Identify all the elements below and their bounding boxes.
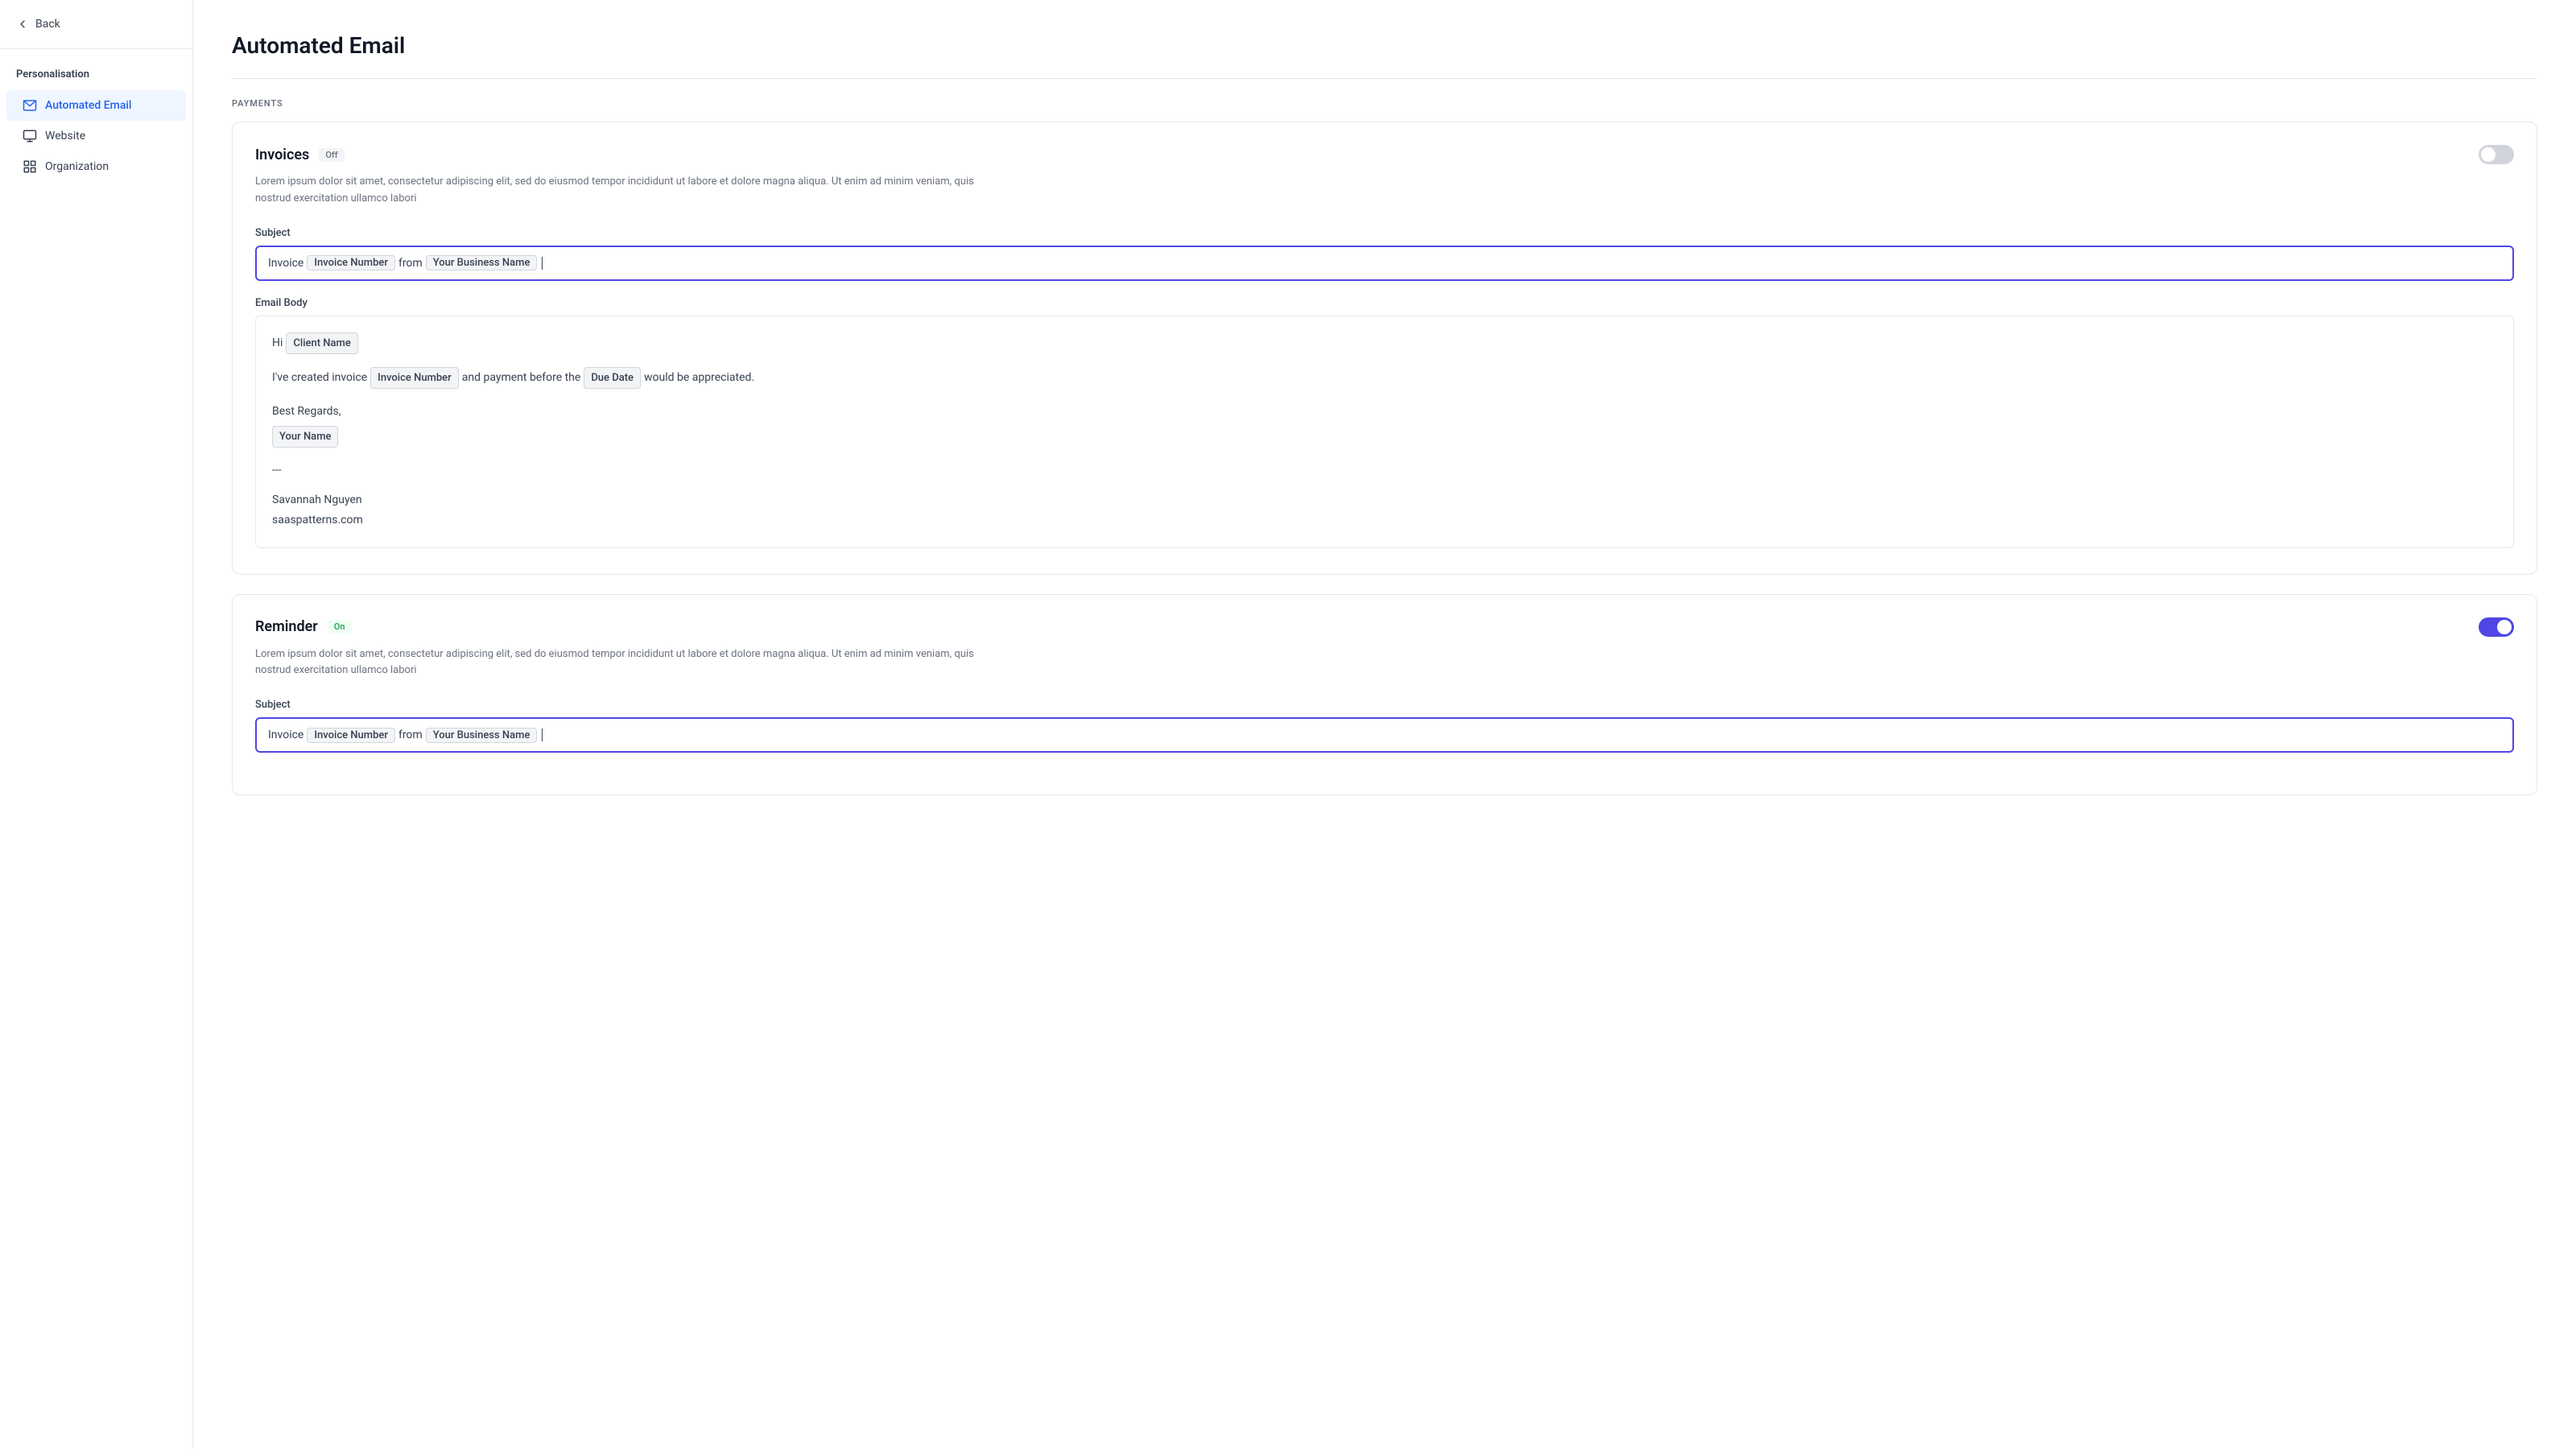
body-greeting-line: Hi Client Name: [272, 332, 2497, 354]
email-icon: [23, 98, 37, 113]
sidebar-item-label: Organization: [45, 160, 109, 173]
grid-icon: [23, 159, 37, 174]
reminder-title-row: Reminder On: [255, 618, 352, 635]
reminder-subject-input[interactable]: Invoice Invoice Number from Your Busines…: [255, 717, 2514, 753]
section-label-payments: PAYMENTS: [232, 98, 2537, 109]
sig-name: Savannah Nguyen: [272, 490, 2497, 510]
body-created: I've created invoice: [272, 368, 367, 388]
invoices-subject-label: Subject: [255, 227, 2514, 239]
body-hi: Hi: [272, 333, 283, 353]
invoices-status-badge: Off: [319, 148, 344, 162]
invoices-title: Invoices: [255, 147, 309, 163]
sidebar: Back Personalisation Automated Email Web…: [0, 0, 193, 1449]
invoices-toggle[interactable]: [2479, 145, 2514, 164]
invoices-title-row: Invoices Off: [255, 147, 345, 163]
invoices-body-label: Email Body: [255, 297, 2514, 309]
reminder-subject-from: from: [398, 729, 423, 741]
body-your-name-tag: Your Name: [272, 426, 338, 448]
main-content: Automated Email PAYMENTS Invoices Off Lo…: [193, 0, 2576, 1449]
page-title: Automated Email: [232, 32, 2537, 59]
invoices-subject-tag2: Your Business Name: [426, 255, 538, 270]
body-separator-line: ---: [272, 460, 2497, 481]
text-cursor: [542, 257, 543, 270]
back-label: Back: [35, 18, 60, 31]
reminder-subject-tag1: Invoice Number: [307, 728, 395, 743]
body-payment-before: and payment before the: [462, 368, 581, 388]
invoices-description: Lorem ipsum dolor sit amet, consectetur …: [255, 174, 980, 208]
arrow-left-icon: [16, 18, 29, 31]
monitor-icon: [23, 129, 37, 143]
invoices-subject-tag1: Invoice Number: [307, 255, 395, 270]
body-invoice-line: I've created invoice Invoice Number and …: [272, 367, 2497, 389]
sidebar-section-title: Personalisation: [0, 49, 192, 90]
body-regards-line: Best Regards,: [272, 402, 2497, 422]
invoices-subject-input[interactable]: Invoice Invoice Number from Your Busines…: [255, 246, 2514, 281]
reminder-status-badge: On: [328, 620, 352, 634]
body-your-name-line: Your Name: [272, 426, 2497, 448]
reminder-toggle[interactable]: [2479, 617, 2514, 637]
reminder-subject-tag2: Your Business Name: [426, 728, 538, 743]
sidebar-item-website[interactable]: Website: [6, 121, 186, 151]
sidebar-item-organization[interactable]: Organization: [6, 151, 186, 182]
invoices-email-body[interactable]: Hi Client Name I've created invoice Invo…: [255, 316, 2514, 548]
text-cursor-reminder: [542, 729, 543, 741]
sidebar-item-automated-email[interactable]: Automated Email: [6, 90, 186, 121]
reminder-subject-label: Subject: [255, 699, 2514, 711]
invoices-card-header: Invoices Off: [255, 145, 2514, 164]
invoices-card: Invoices Off Lorem ipsum dolor sit amet,…: [232, 122, 2537, 575]
reminder-card-header: Reminder On: [255, 617, 2514, 637]
sidebar-item-label: Automated Email: [45, 99, 132, 112]
body-client-name-tag: Client Name: [286, 332, 357, 354]
back-button[interactable]: Back: [0, 0, 192, 49]
reminder-card: Reminder On Lorem ipsum dolor sit amet, …: [232, 594, 2537, 796]
invoices-subject-from: from: [398, 257, 423, 270]
reminder-subject-prefix: Invoice: [268, 729, 303, 741]
body-appreciated: would be appreciated.: [644, 368, 754, 388]
reminder-description: Lorem ipsum dolor sit amet, consectetur …: [255, 646, 980, 680]
invoices-subject-prefix: Invoice: [268, 257, 303, 270]
sig-url: saaspatterns.com: [272, 510, 2497, 530]
body-signature: Savannah Nguyen saaspatterns.com: [272, 490, 2497, 530]
body-invoice-number-tag: Invoice Number: [370, 367, 459, 389]
body-separator: ---: [272, 460, 282, 481]
body-regards: Best Regards,: [272, 402, 341, 422]
reminder-title: Reminder: [255, 618, 318, 635]
body-due-date-tag: Due Date: [584, 367, 641, 389]
sidebar-item-label: Website: [45, 130, 85, 142]
